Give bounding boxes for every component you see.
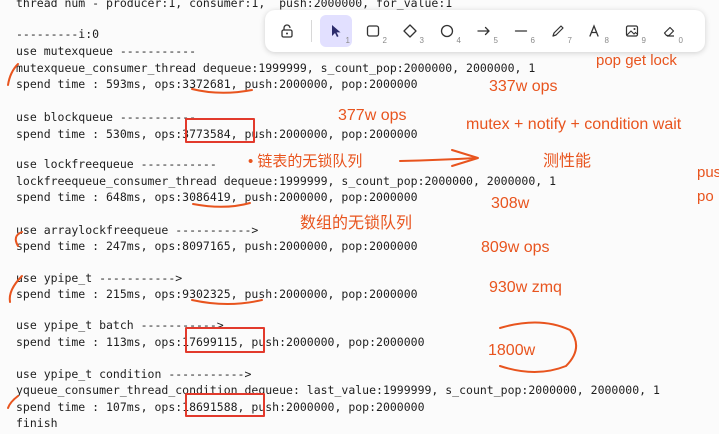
pencil-icon: [552, 25, 564, 37]
shortcut-number: 0: [678, 36, 683, 45]
annotation-1800w: 1800w: [488, 342, 536, 359]
annotation-push-edge: push: [697, 164, 719, 181]
terminal-line: spend time : 247ms, ops:8097165, push:20…: [16, 239, 418, 253]
terminal-line: use ypipe_t condition ----------->: [16, 367, 252, 381]
drawing-toolbar: 1 2 3 4 5 6 7 8 9 0: [265, 10, 705, 52]
image-tool-button[interactable]: 9: [616, 15, 648, 47]
annotation-377w-ops: 377w ops: [338, 107, 407, 124]
terminal-line: use blockqueue -----------: [16, 110, 197, 124]
draw-tool-button[interactable]: 7: [542, 15, 574, 47]
annotation-test-perf: 测性能: [543, 153, 592, 170]
annotation-930w-zmq: 930w zmq: [489, 279, 562, 296]
eraser-icon: [663, 26, 675, 37]
annotation-po-edge: po: [697, 188, 714, 205]
annotation-308w: 308w: [491, 195, 530, 212]
terminal-line: use ypipe_t ----------->: [16, 271, 183, 285]
terminal-line: use lockfreequeue -----------: [16, 157, 217, 171]
shortcut-number: 2: [382, 36, 387, 45]
annotation-337w-ops: 337w ops: [489, 78, 558, 95]
line-tool-button[interactable]: 6: [505, 15, 537, 47]
annotation-linked-list-lockfree: • 链表的无锁队列: [248, 153, 363, 170]
cursor-icon: [332, 25, 341, 37]
rectangle-tool-button[interactable]: 2: [357, 15, 389, 47]
terminal-line: spend time : 593ms, ops:3372681, push:20…: [16, 77, 418, 91]
eraser-tool-button[interactable]: 0: [653, 15, 685, 47]
shortcut-number: 5: [493, 36, 498, 45]
text-icon: [589, 24, 599, 37]
terminal-line: yqueue_consumer_thread_condition dequeue…: [16, 383, 660, 397]
highlight-box-blockqueue-ops: [185, 118, 255, 143]
annotation-pop-get-lock: pop get lock: [596, 52, 677, 69]
shortcut-number: 8: [604, 36, 609, 45]
terminal-line: finish: [16, 416, 58, 430]
shortcut-number: 1: [345, 36, 350, 45]
terminal-line: spend time : 648ms, ops:3086419, push:20…: [16, 190, 418, 204]
terminal-line: mutexqueue_consumer_thread dequeue:19999…: [16, 61, 536, 75]
lock-tool-button[interactable]: [271, 15, 303, 47]
select-tool-button[interactable]: 1: [320, 15, 352, 47]
shortcut-number: 9: [641, 36, 646, 45]
annotation-809w-ops: 809w ops: [481, 239, 550, 256]
shortcut-number: 6: [530, 36, 535, 45]
highlight-box-ypipe-condition-ops: [185, 393, 265, 417]
terminal-line: lockfreequeue_consumer_thread dequeue:19…: [16, 174, 557, 188]
diamond-icon: [403, 24, 417, 38]
lock-icon: [281, 24, 293, 38]
rectangle-icon: [366, 25, 380, 37]
terminal-line: use arraylockfreequeue ----------->: [16, 223, 259, 237]
highlight-box-ypipe-batch-ops: [185, 327, 265, 353]
text-tool-button[interactable]: 8: [579, 15, 611, 47]
image-icon: [625, 25, 639, 37]
ellipse-icon: [440, 24, 454, 38]
terminal-line: ---------i:0: [16, 27, 100, 41]
shortcut-number: 3: [419, 36, 424, 45]
arrow-tool-button[interactable]: 5: [468, 15, 500, 47]
ellipse-tool-button[interactable]: 4: [431, 15, 463, 47]
shortcut-number: 7: [567, 36, 572, 45]
annotation-array-lockfree: 数组的无锁队列: [300, 215, 413, 232]
toolbar-divider: [311, 20, 312, 42]
diamond-tool-button[interactable]: 3: [394, 15, 426, 47]
line-icon: [514, 30, 528, 32]
shortcut-number: 4: [456, 36, 461, 45]
terminal-line: spend time : 215ms, ops:9302325, push:20…: [16, 287, 418, 301]
annotation-mutex-notify: mutex + notify + condition wait: [466, 116, 682, 133]
terminal-line: use mutexqueue -----------: [16, 44, 197, 58]
arrow-right-icon: [477, 26, 490, 36]
terminal-line: thread num - producer:1, consumer:1, pus…: [16, 0, 453, 10]
